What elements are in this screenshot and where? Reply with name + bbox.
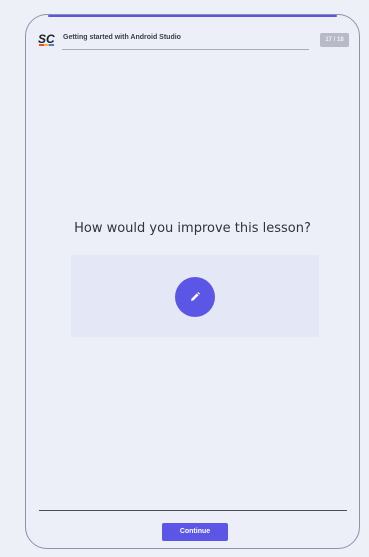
device-frame: SC Getting started with Android Studio 1… (25, 14, 360, 549)
feedback-panel (71, 255, 319, 337)
lesson-header: SC Getting started with Android Studio 1… (38, 31, 349, 50)
sc-logo-icon: SC (38, 32, 55, 46)
page: SC Getting started with Android Studio 1… (0, 0, 369, 557)
edit-feedback-button[interactable] (175, 277, 215, 317)
pencil-icon (191, 292, 200, 301)
top-accent-bar (48, 15, 337, 17)
step-counter-badge: 17 / 18 (320, 33, 349, 47)
footer-divider (39, 510, 347, 511)
continue-button[interactable]: Continue (162, 523, 228, 541)
feedback-question: How would you improve this lesson? (74, 221, 311, 236)
lesson-title: Getting started with Android Studio (63, 34, 181, 41)
lesson-progress-line (62, 49, 309, 50)
svg-text:SC: SC (38, 32, 55, 46)
